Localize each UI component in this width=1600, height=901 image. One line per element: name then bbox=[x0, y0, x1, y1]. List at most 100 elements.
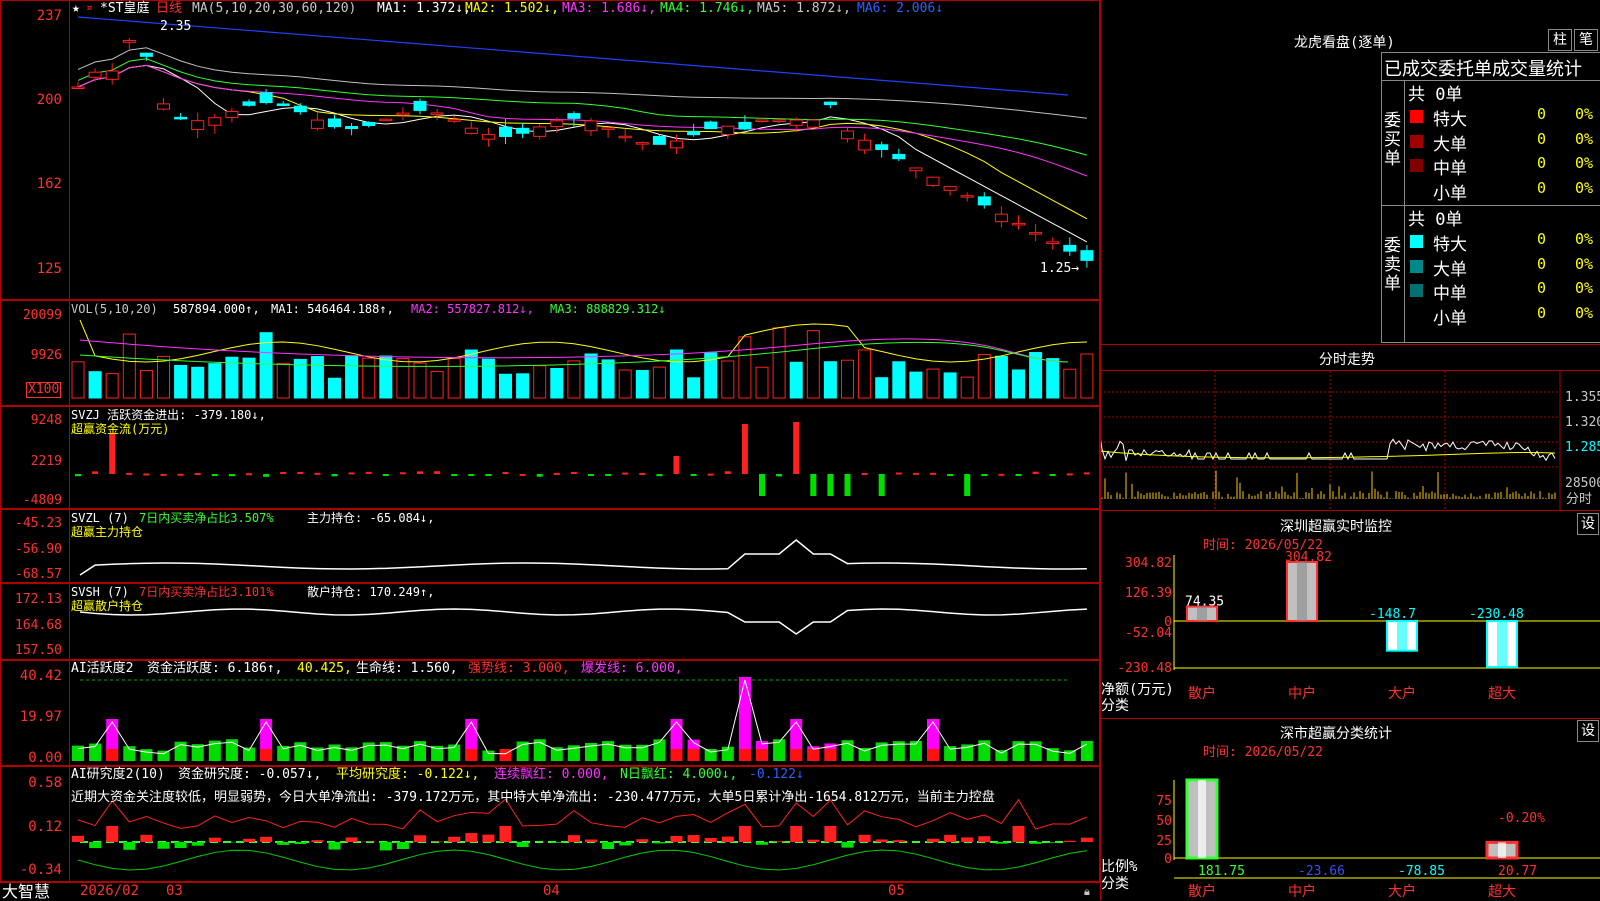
bar-value-label: 181.75 bbox=[1198, 864, 1245, 879]
intraday-chart[interactable] bbox=[1100, 371, 1600, 511]
ai-active-e: 爆发线: 6.000, bbox=[581, 662, 683, 676]
candle-body bbox=[671, 141, 683, 148]
research-bar bbox=[431, 841, 443, 842]
volume-bar bbox=[277, 363, 289, 398]
research-bar bbox=[653, 842, 665, 843]
net-amount-bar-shade bbox=[1397, 621, 1407, 651]
fund-flow-bar bbox=[451, 474, 457, 476]
activity-bar-base bbox=[260, 749, 272, 761]
y-tick: 2219 bbox=[0, 454, 62, 469]
sz-class-settings-button[interactable]: 设 bbox=[1577, 720, 1599, 742]
svsh-subtitle: 超赢散户持仓 bbox=[71, 599, 143, 613]
fund-flow-bar bbox=[708, 474, 714, 476]
volume-bar bbox=[876, 378, 888, 398]
fund-flow-bar bbox=[742, 424, 748, 474]
candle-body bbox=[568, 114, 580, 119]
activity-bar bbox=[482, 751, 494, 761]
candle-body bbox=[465, 128, 477, 133]
fund-flow-bar bbox=[178, 474, 184, 476]
y-tick: 125 bbox=[0, 261, 62, 277]
candle-body bbox=[260, 93, 272, 103]
dragon-title: 龙虎看盘(逐单) bbox=[1294, 32, 1395, 52]
legend-swatch bbox=[1410, 284, 1423, 297]
research-bar bbox=[243, 839, 255, 842]
candle-body bbox=[688, 131, 700, 134]
dragon-row-count: 0 bbox=[1537, 279, 1546, 297]
low-price-label: 1.25→ bbox=[1040, 262, 1079, 276]
volume-bar bbox=[1081, 354, 1093, 398]
volume-bar bbox=[329, 378, 341, 398]
dragon-row-label: 中单 bbox=[1433, 279, 1467, 304]
candle-body bbox=[1013, 223, 1025, 225]
stock-name: *ST皇庭 bbox=[100, 2, 149, 16]
research-bar bbox=[482, 835, 494, 842]
y-tick: 164.68 bbox=[0, 618, 62, 633]
research-bar bbox=[175, 842, 187, 848]
legend-swatch bbox=[1410, 260, 1423, 273]
research-bar bbox=[859, 835, 871, 842]
fund-flow-bar bbox=[161, 474, 167, 476]
candle-body bbox=[842, 131, 854, 139]
research-bar bbox=[824, 826, 836, 842]
category-label: 大户 bbox=[1388, 883, 1416, 900]
fund-flow-bar bbox=[913, 473, 919, 475]
tick-view-button[interactable]: 笔 bbox=[1574, 29, 1598, 51]
y-tick: 200 bbox=[0, 92, 62, 108]
research-line-2 bbox=[78, 850, 1087, 870]
volume-bar bbox=[773, 328, 785, 398]
lock-icon[interactable]: 🔒︎ bbox=[1084, 885, 1090, 899]
research-bar bbox=[448, 837, 460, 842]
bar-value-label: -230.48 bbox=[1469, 607, 1524, 622]
period-label[interactable]: 日线 bbox=[156, 2, 182, 16]
candle-body bbox=[294, 106, 306, 111]
volume-bar bbox=[140, 371, 152, 398]
bar-value-label: 20.77 bbox=[1498, 864, 1537, 879]
candle-body bbox=[277, 104, 289, 106]
y-tick: 25 bbox=[1156, 834, 1172, 849]
sz-monitor-chart: 304.82126.390-52.04-230.4874.35散户304.82中… bbox=[1100, 550, 1600, 720]
fund-flow-bar bbox=[1067, 473, 1073, 475]
dragon-row-pct: 0% bbox=[1575, 130, 1593, 148]
candle-body bbox=[1064, 245, 1076, 251]
k-line-chart-canvas[interactable] bbox=[0, 0, 1100, 900]
sz-monitor-settings-button[interactable]: 设 bbox=[1577, 513, 1599, 535]
dragon-row-count: 0 bbox=[1537, 304, 1546, 322]
svzj-subtitle: 超赢资金流(万元) bbox=[71, 422, 169, 436]
date-axis-label: 05 bbox=[888, 884, 905, 898]
vol-title: VOL(5,10,20) bbox=[71, 302, 158, 316]
sz-class-chart: 7550250181.75散户-23.66中户-78.85大户20.77超大-0… bbox=[1100, 760, 1600, 900]
fund-flow-bar bbox=[485, 474, 491, 476]
high-price-label: 2.35 bbox=[160, 20, 191, 34]
bar-value-label: -23.66 bbox=[1298, 864, 1345, 879]
volume-bar bbox=[756, 367, 768, 398]
volume-bar bbox=[739, 337, 751, 398]
sz-monitor-xlabel: 分类 bbox=[1101, 699, 1129, 713]
fund-flow-bar bbox=[332, 474, 338, 476]
volume-bar bbox=[824, 362, 836, 398]
volume-bar bbox=[585, 354, 597, 398]
research-bar bbox=[158, 842, 170, 849]
candle-body bbox=[1030, 233, 1042, 235]
svzl-ratio: 7日内买卖净占比3.507% bbox=[139, 511, 274, 525]
candle-body bbox=[807, 120, 819, 127]
bar-view-button[interactable]: 柱 bbox=[1548, 29, 1572, 51]
svsh-title: SVSH (7) bbox=[71, 585, 129, 599]
candle-body bbox=[329, 119, 341, 127]
ma6-value: MA6: 2.006↓ bbox=[857, 2, 943, 16]
fund-flow-bar bbox=[571, 472, 577, 474]
volume-bar bbox=[346, 356, 358, 398]
y-tick: -4809 bbox=[0, 493, 62, 508]
sell-side-label: 委卖单 bbox=[1384, 237, 1402, 294]
fund-flow-bar bbox=[725, 471, 731, 474]
volume-bar bbox=[842, 360, 854, 398]
candle-body bbox=[243, 102, 255, 105]
candle-body bbox=[209, 118, 221, 126]
category-label: 中户 bbox=[1288, 883, 1316, 900]
volume-bar bbox=[619, 370, 631, 398]
ma10-line bbox=[78, 65, 1087, 218]
candle-body bbox=[995, 214, 1007, 222]
activity-bar bbox=[1064, 750, 1076, 761]
y-tick: -68.57 bbox=[0, 567, 62, 582]
star-icon[interactable]: ★ bbox=[72, 2, 80, 16]
top-value-label: -0.20% bbox=[1498, 811, 1545, 826]
